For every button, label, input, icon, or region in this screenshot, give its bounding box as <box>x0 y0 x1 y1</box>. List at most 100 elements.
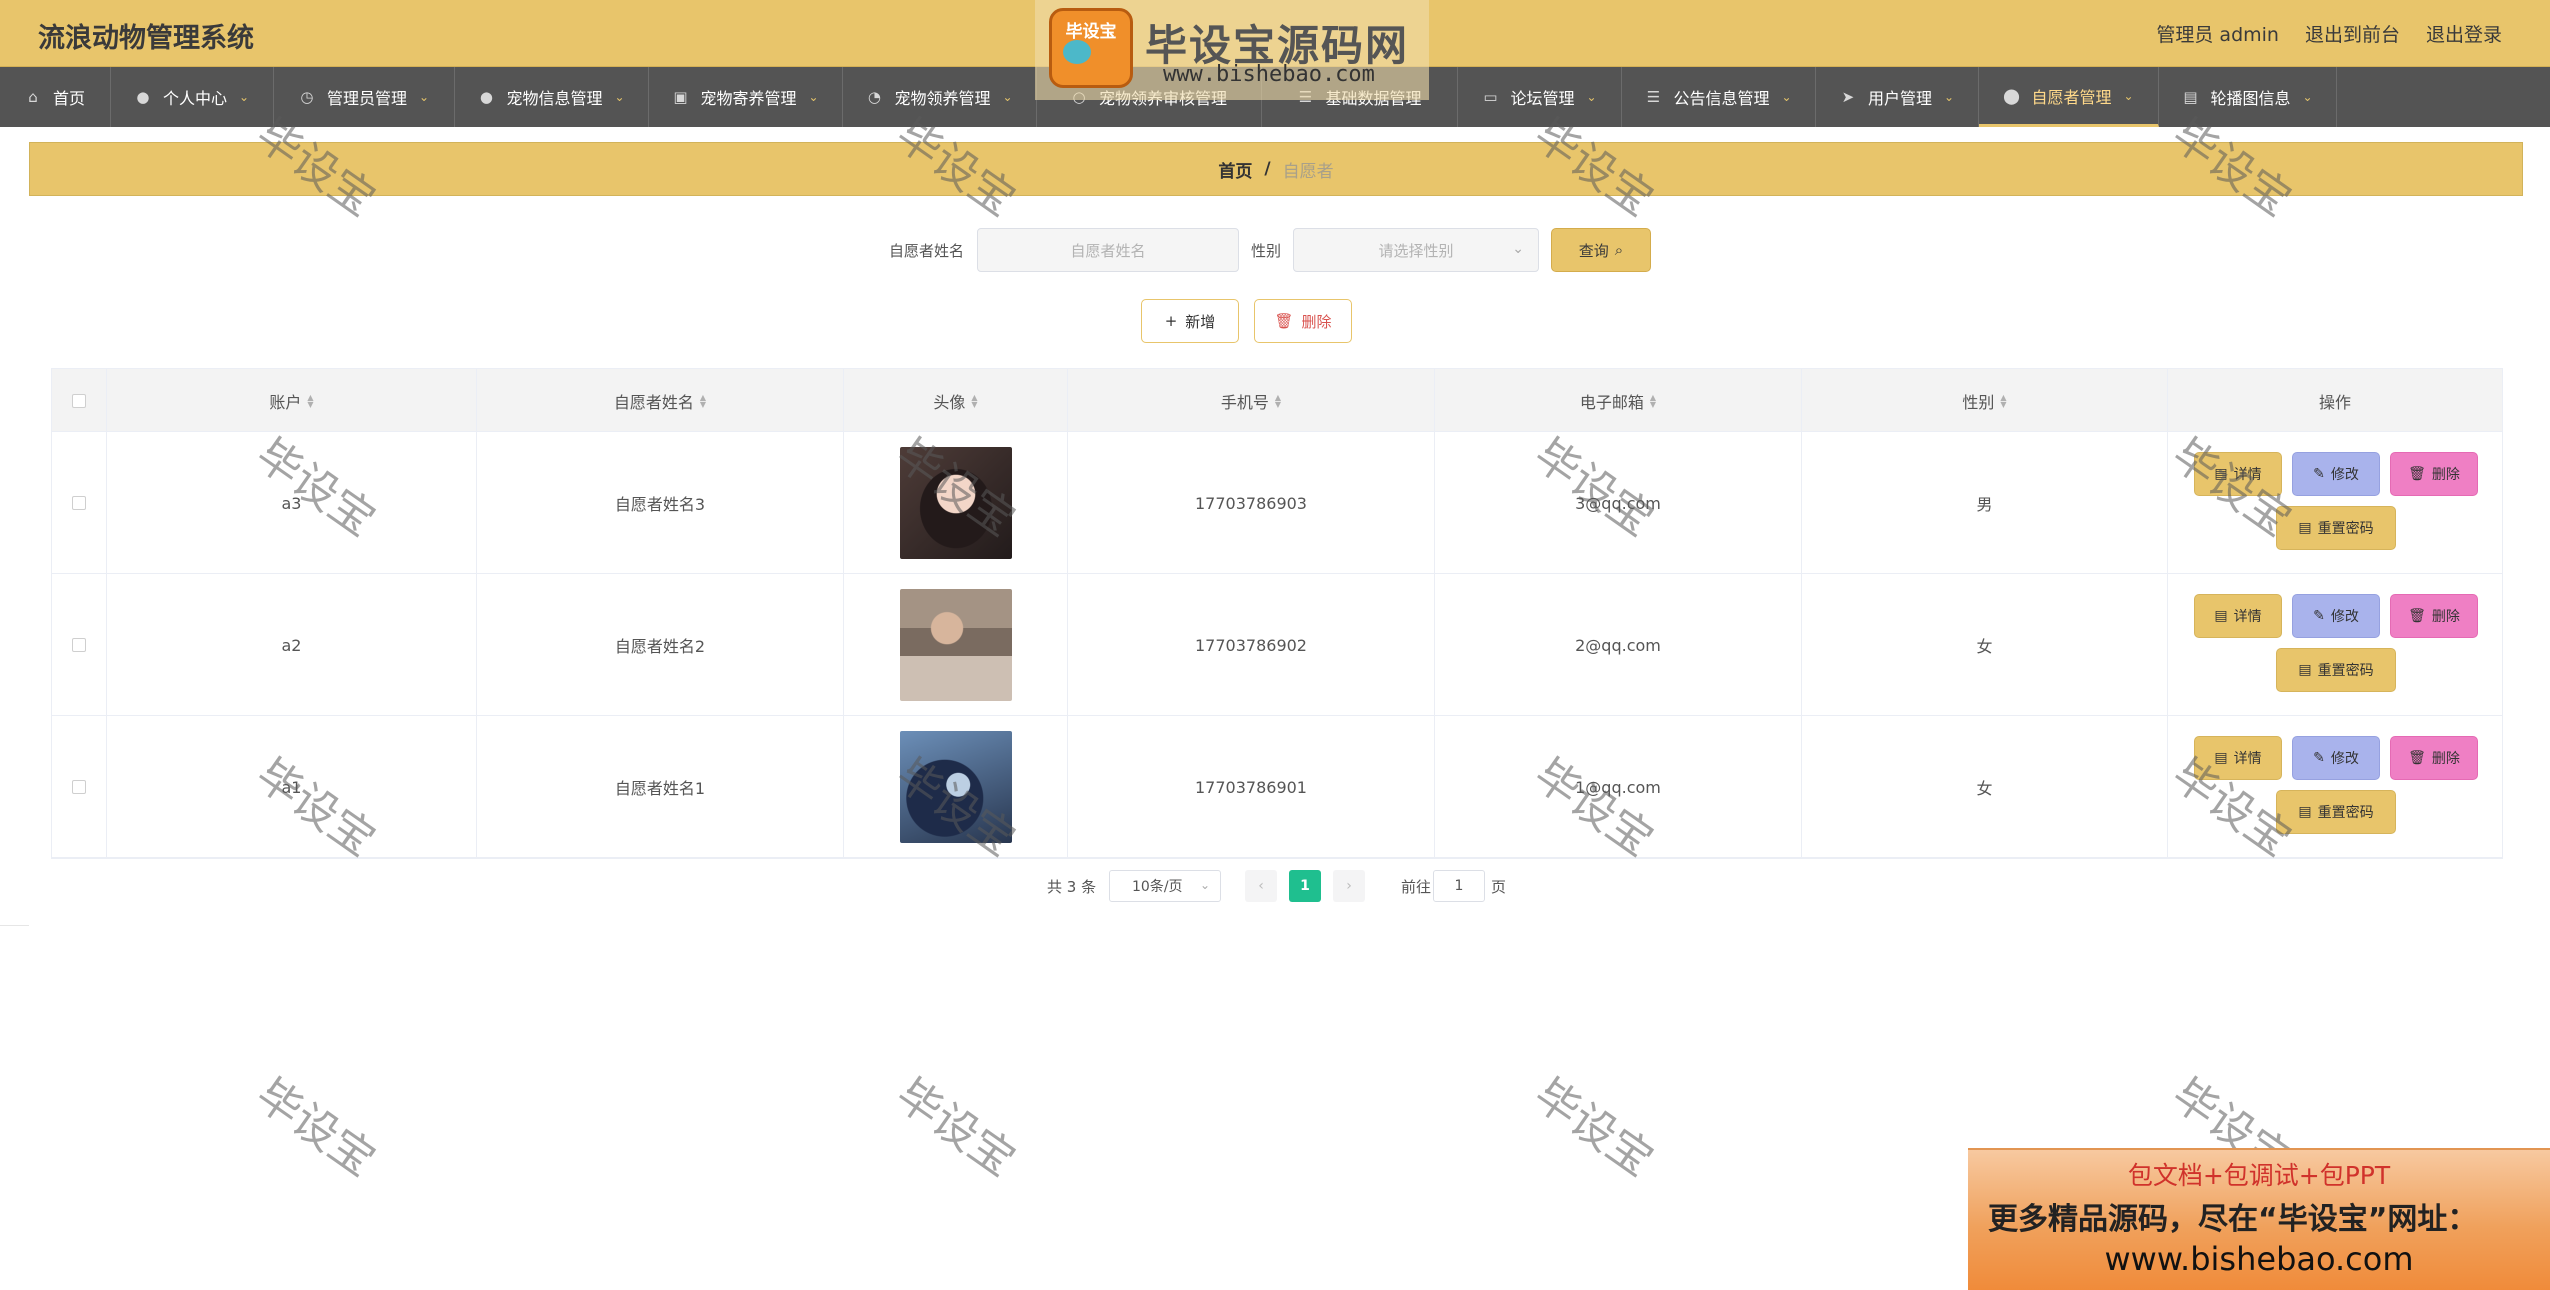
gender-cell: 女 <box>1802 574 2168 716</box>
reset-password-label: 重置密码 <box>2317 521 2374 537</box>
sort-icon[interactable]: ▲ ▼ <box>1650 393 1656 408</box>
search-form: 自愿者姓名 自愿者姓名 性别 请选择性别 ⌄ 查询 ⌕ <box>29 228 2523 272</box>
detail-button[interactable]: ▤ 详情 <box>2194 594 2282 638</box>
avatar[interactable] <box>899 447 1012 559</box>
nav-item-pet-adopt[interactable]: ◔ 宠物领养管理 ⌄ <box>843 67 1037 127</box>
select-all-checkbox[interactable] <box>72 393 86 408</box>
plus-icon: + <box>1164 312 1178 330</box>
avatar-cell <box>844 716 1068 858</box>
name-search-input[interactable]: 自愿者姓名 <box>977 228 1239 272</box>
next-page-button[interactable]: › <box>1333 870 1365 902</box>
chevron-down-icon: ⌄ <box>808 90 819 104</box>
reset-password-button[interactable]: ▤ 重置密码 <box>2276 648 2396 692</box>
chevron-down-icon: ⌄ <box>1781 90 1792 104</box>
nav-item-carousel[interactable]: ▤ 轮播图信息 ⌄ <box>2159 67 2337 127</box>
col-header-name[interactable]: 自愿者姓名 ▲ ▼ <box>477 369 844 432</box>
chevron-down-icon: ⌄ <box>1199 878 1210 892</box>
sort-icon[interactable]: ▲ ▼ <box>2000 393 2006 408</box>
edit-label: 修改 <box>2330 609 2359 625</box>
page-number[interactable]: 1 <box>1289 870 1321 902</box>
avatar[interactable] <box>899 731 1012 843</box>
clock-icon: ◷ <box>300 88 314 106</box>
edit-button[interactable]: ✎ 修改 <box>2292 594 2380 638</box>
col-header-phone[interactable]: 手机号 ▲ ▼ <box>1068 369 1435 432</box>
bulk-delete-button[interactable]: 🗑 删除 <box>1254 299 1352 343</box>
delete-button[interactable]: 🗑 删除 <box>2390 594 2478 638</box>
col-label: 电子邮箱 <box>1579 392 1644 412</box>
prev-page-button[interactable]: ‹ <box>1245 870 1277 902</box>
avatar-cell <box>844 574 1068 716</box>
name-cell: 自愿者姓名3 <box>477 432 844 574</box>
nav-item-forum[interactable]: ▭ 论坛管理 ⌄ <box>1458 67 1622 127</box>
query-button[interactable]: 查询 ⌕ <box>1551 228 1651 272</box>
sort-icon[interactable]: ▲ ▼ <box>307 393 313 408</box>
promo-banner[interactable]: 包文档+包调试+包PPT 更多精品源码，尽在“毕设宝”网址： www.bishe… <box>1968 1148 2550 1290</box>
email-cell: 2@qq.com <box>1435 574 1802 716</box>
sort-icon[interactable]: ▲ ▼ <box>700 393 706 408</box>
nav-item-label: 论坛管理 <box>1510 89 1575 108</box>
avatar[interactable] <box>899 589 1012 701</box>
clipboard-icon: ▤ <box>2183 88 2198 106</box>
nav-item-admin[interactable]: ◷ 管理员管理 ⌄ <box>274 67 455 127</box>
actions-cell: ▤ 详情 ✎ 修改 🗑 删除 ▤ 重置密码 <box>2168 716 2502 858</box>
back-to-front-link[interactable]: 退出到前台 <box>2305 20 2400 47</box>
row-checkbox[interactable] <box>72 638 86 652</box>
send-icon: ➤ <box>1841 88 1855 106</box>
edit-label: 修改 <box>2330 467 2359 483</box>
nav-item-profile[interactable]: ● 个人中心 ⌄ <box>111 67 274 127</box>
logo-badge-text: 毕设宝 <box>1065 22 1117 42</box>
nav-item-notice[interactable]: ☰ 公告信息管理 ⌄ <box>1622 67 1816 127</box>
page-size-select[interactable]: 10条/页 ⌄ <box>1109 870 1221 902</box>
user-icon: ● <box>479 88 493 106</box>
delete-button[interactable]: 🗑 删除 <box>2390 736 2478 780</box>
search-icon: ⌕ <box>1614 241 1624 259</box>
gender-select[interactable]: 请选择性别 ⌄ <box>1293 228 1539 272</box>
nav-item-label: 轮播图信息 <box>2210 89 2291 108</box>
home-icon: ⌂ <box>28 88 38 106</box>
gender-field-label: 性别 <box>1251 242 1282 260</box>
nav-item-pet-foster[interactable]: ▣ 宠物寄养管理 ⌄ <box>649 67 843 127</box>
sort-icon[interactable]: ▲ ▼ <box>971 393 977 408</box>
add-button[interactable]: + 新增 <box>1141 299 1239 343</box>
action-buttons: + 新增 🗑 删除 <box>29 299 2523 345</box>
col-header-avatar[interactable]: 头像 ▲ ▼ <box>844 369 1068 432</box>
col-header-gender[interactable]: 性别 ▲ ▼ <box>1802 369 2168 432</box>
nav-item-label: 首页 <box>52 89 85 108</box>
logo-mascot-icon <box>1063 40 1091 64</box>
col-label: 手机号 <box>1220 392 1269 412</box>
nav-item-volunteers[interactable]: ⬤ 自愿者管理 ⌄ <box>1979 67 2159 127</box>
chevron-down-icon: ⌄ <box>418 90 430 104</box>
delete-button[interactable]: 🗑 删除 <box>2390 452 2478 496</box>
edit-button[interactable]: ✎ 修改 <box>2292 736 2380 780</box>
logo-url: www.bishebao.com <box>1163 62 1375 87</box>
nav-item-users[interactable]: ➤ 用户管理 ⌄ <box>1816 67 1979 127</box>
total-count: 共 3 条 <box>1047 878 1097 896</box>
nav-item-home[interactable]: ⌂ 首页 <box>0 67 111 127</box>
breadcrumb-separator: / <box>1264 159 1271 179</box>
goto-label: 前往 <box>1401 878 1432 896</box>
sort-icon[interactable]: ▲ ▼ <box>1275 393 1281 408</box>
detail-button[interactable]: ▤ 详情 <box>2194 452 2282 496</box>
volunteer-table: 账户 ▲ ▼ 自愿者姓名 ▲ ▼ 头像 ▲ ▼ 手机号 ▲ ▼ 电子邮箱 ▲ ▼ 性别 ▲ ▼ 操作 a… <box>51 368 2503 859</box>
row-actions: ▤ 详情 ✎ 修改 🗑 删除 ▤ 重置密码 <box>2168 432 2502 574</box>
delete-label: 删除 <box>2431 609 2460 625</box>
row-checkbox[interactable] <box>72 780 86 794</box>
nav-item-pet-info[interactable]: ● 宠物信息管理 ⌄ <box>455 67 649 127</box>
header-user-area: 管理员 admin 退出到前台 退出登录 <box>2156 20 2502 47</box>
col-header-account[interactable]: 账户 ▲ ▼ <box>107 369 477 432</box>
goto-page-input[interactable]: 1 <box>1433 870 1485 902</box>
reset-password-label: 重置密码 <box>2317 805 2374 821</box>
breadcrumb-home[interactable]: 首页 <box>1218 157 1252 182</box>
col-header-email[interactable]: 电子邮箱 ▲ ▼ <box>1435 369 1802 432</box>
chevron-right-icon: › <box>1346 878 1352 894</box>
reset-password-button[interactable]: ▤ 重置密码 <box>2276 506 2396 550</box>
row-checkbox[interactable] <box>72 496 86 510</box>
logout-link[interactable]: 退出登录 <box>2426 20 2502 47</box>
detail-button[interactable]: ▤ 详情 <box>2194 736 2282 780</box>
edit-button[interactable]: ✎ 修改 <box>2292 452 2380 496</box>
app-title: 流浪动物管理系统 <box>38 23 254 54</box>
chevron-left-icon: ‹ <box>1258 878 1264 894</box>
name-cell: 自愿者姓名1 <box>477 716 844 858</box>
reset-password-button[interactable]: ▤ 重置密码 <box>2276 790 2396 834</box>
avatar-cell <box>844 432 1068 574</box>
